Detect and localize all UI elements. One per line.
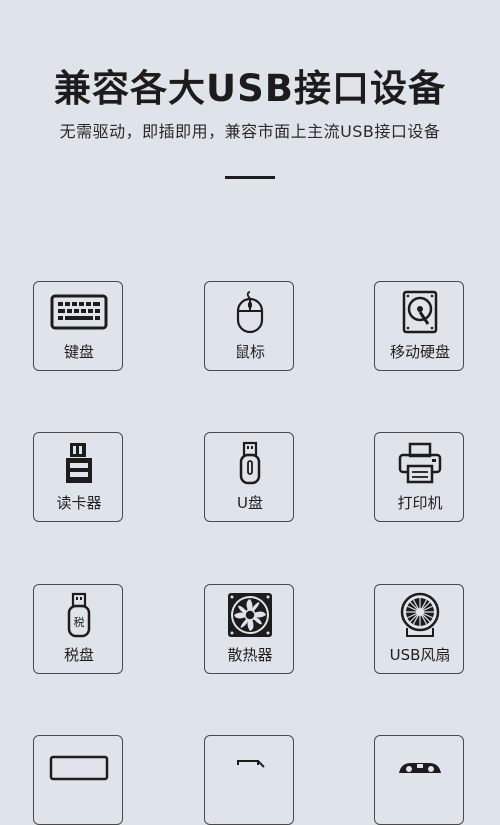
- device-label: 读卡器: [56, 494, 102, 512]
- device-card-usb-drive: U盘: [204, 432, 294, 522]
- device-icon: [205, 744, 295, 788]
- device-card-cooler: 散热器: [204, 584, 294, 674]
- device-card-card-reader: 读卡器: [33, 432, 123, 522]
- device-card-printer: 打印机: [374, 432, 464, 522]
- device-card-usb-fan: USB风扇: [374, 584, 464, 674]
- device-card-partial-3: [374, 735, 464, 825]
- device-card-tax-disk: 税 税盘: [33, 584, 123, 674]
- device-card-partial-1: [33, 735, 123, 825]
- tax-disk-icon: 税: [34, 592, 124, 638]
- device-label: 键盘: [63, 343, 94, 361]
- cooling-fan-icon: [205, 593, 295, 637]
- hard-drive-icon: [375, 290, 465, 334]
- card-reader-icon: [34, 441, 124, 485]
- usb-flash-drive-icon: [205, 441, 295, 485]
- device-label: 税盘: [63, 646, 94, 664]
- device-card-partial-2: [204, 735, 294, 825]
- tax-disk-char: 税: [74, 615, 85, 629]
- device-label: 散热器: [227, 646, 273, 664]
- device-card-keyboard: 键盘: [33, 281, 123, 371]
- device-label: U盘: [237, 494, 263, 512]
- device-card-hard-drive: 移动硬盘: [374, 281, 464, 371]
- page-title: 兼容各大USB接口设备: [54, 67, 446, 110]
- monitor-icon: [34, 744, 124, 788]
- device-label: USB风扇: [389, 646, 451, 664]
- keyboard-icon: [34, 290, 124, 334]
- gamepad-icon: [375, 744, 465, 788]
- page-subtitle: 无需驱动，即插即用，兼容市面上主流USB接口设备: [59, 122, 441, 141]
- device-card-mouse: 鼠标: [204, 281, 294, 371]
- printer-icon: [375, 441, 465, 485]
- device-label: 移动硬盘: [389, 343, 450, 361]
- device-label: 鼠标: [234, 343, 265, 361]
- usb-fan-icon: [375, 592, 465, 637]
- device-label: 打印机: [397, 494, 443, 512]
- title-divider: [225, 176, 275, 179]
- mouse-icon: [205, 290, 295, 334]
